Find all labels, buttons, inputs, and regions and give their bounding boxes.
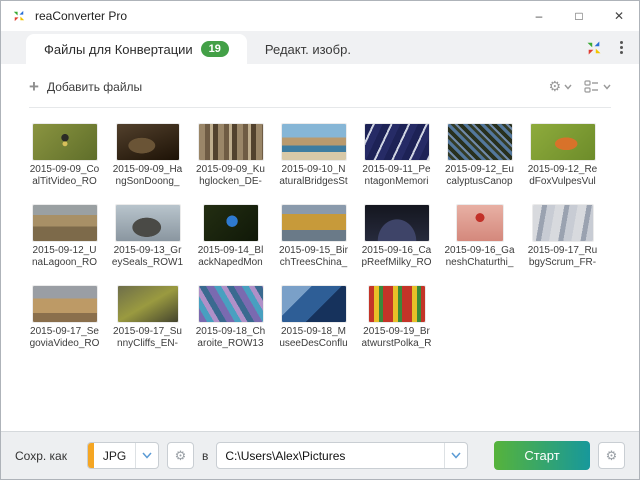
format-value: JPG: [102, 448, 127, 463]
brand-pinwheel-icon: [584, 38, 604, 58]
file-thumbnail: [198, 286, 263, 322]
file-name: 2015-09-09_Co alTitVideo_RO: [29, 164, 100, 187]
file-thumbnail: [117, 286, 178, 322]
grid-settings-dropdown[interactable]: ⚙: [548, 78, 572, 95]
main-content: + Добавить файлы ⚙ 2015-09-09_Co alTitVi…: [1, 64, 639, 431]
file-name: 2015-09-17_Su nnyCliffs_EN-: [113, 326, 182, 349]
file-name: 2015-09-12_U naLagoon_RO: [31, 245, 98, 268]
tab-bar: Файлы для Конвертации 19 Редакт. изобр.: [1, 31, 639, 64]
file-thumbnail: [198, 124, 263, 160]
add-files-label: Добавить файлы: [46, 79, 143, 94]
file-count-badge: 19: [200, 41, 229, 57]
file-name: 2015-09-17_Se goviaVideo_RO: [29, 326, 100, 349]
file-tile[interactable]: 2015-09-09_Co alTitVideo_RO: [23, 124, 106, 188]
file-name: 2015-09-12_Eu calyptusCanop: [445, 164, 514, 187]
file-thumbnail: [530, 124, 595, 160]
file-thumbnail: [364, 124, 429, 160]
destination-path-input[interactable]: [217, 443, 444, 468]
app-logo-icon: [11, 8, 27, 24]
file-tile[interactable]: 2015-09-15_Bir chTreesChina_: [272, 205, 355, 269]
file-thumbnail: [32, 124, 97, 160]
file-tile[interactable]: 2015-09-12_Eu calyptusCanop: [438, 124, 521, 188]
file-grid: 2015-09-09_Co alTitVideo_RO 2015-09-09_Ha n…: [1, 108, 639, 367]
file-thumbnail: [281, 205, 346, 241]
tab-files-for-conversion[interactable]: Файлы для Конвертации 19: [26, 34, 247, 64]
file-tile[interactable]: 2015-09-19_Br atwurstPolka_R: [355, 286, 438, 350]
view-mode-dropdown[interactable]: [584, 80, 611, 93]
file-tile[interactable]: 2015-09-09_Ku hglocken_DE-: [189, 124, 272, 188]
file-name: 2015-09-17_Ru bgyScrum_FR-: [527, 245, 598, 268]
file-thumbnail: [281, 124, 346, 160]
gear-icon: ⚙: [174, 447, 187, 463]
format-chevron-down-icon[interactable]: [136, 452, 158, 459]
window-title: reaConverter Pro: [35, 9, 128, 23]
file-name: 2015-09-15_Bir chTreesChina_: [279, 245, 348, 268]
in-label: в: [201, 448, 209, 463]
file-tile[interactable]: 2015-09-12_Re dFoxVulpesVul: [521, 124, 604, 188]
save-as-label: Сохр. как: [15, 448, 67, 463]
plus-icon: +: [29, 76, 39, 96]
file-name: 2015-09-18_M useeDesConflu: [279, 326, 348, 349]
app-window: reaConverter Pro – □ ✕ Файлы для Конверт…: [0, 0, 640, 480]
title-bar: reaConverter Pro – □ ✕: [1, 1, 639, 31]
file-thumbnail: [447, 124, 512, 160]
file-tile[interactable]: 2015-09-16_Ga neshChaturthi_: [438, 205, 521, 269]
file-tile[interactable]: 2015-09-18_Ch aroite_ROW13: [189, 286, 272, 350]
minimize-button[interactable]: –: [519, 1, 559, 31]
file-name: 2015-09-11_Pe ntagonMemori: [362, 164, 431, 187]
chevron-down-icon: [603, 84, 611, 90]
file-tile[interactable]: 2015-09-16_Ca pReefMilky_RO: [355, 205, 438, 269]
file-thumbnail: [456, 205, 503, 241]
file-name: 2015-09-10_N aturalBridgesSt: [279, 164, 348, 187]
close-button[interactable]: ✕: [599, 1, 639, 31]
file-tile[interactable]: 2015-09-09_Ha ngSonDoong_: [106, 124, 189, 188]
tab-files-label: Файлы для Конвертации: [44, 41, 193, 57]
file-tile[interactable]: 2015-09-12_U naLagoon_RO: [23, 205, 106, 269]
file-tile[interactable]: 2015-09-17_Su nnyCliffs_EN-: [106, 286, 189, 350]
footer-bar: Сохр. как JPG ⚙ в Старт ⚙: [1, 431, 639, 479]
file-name: 2015-09-09_Ha ngSonDoong_: [112, 164, 183, 187]
file-name: 2015-09-16_Ga neshChaturthi_: [444, 245, 515, 268]
file-tile[interactable]: 2015-09-14_Bl ackNapedMon: [189, 205, 272, 269]
file-tile[interactable]: 2015-09-10_N aturalBridgesSt: [272, 124, 355, 188]
file-thumbnail: [115, 205, 180, 241]
file-thumbnail: [368, 286, 425, 322]
file-thumbnail: [203, 205, 258, 241]
file-thumbnail: [364, 205, 429, 241]
destination-path-combo: [216, 442, 468, 469]
toolbar: + Добавить файлы ⚙: [1, 64, 639, 105]
file-tile[interactable]: 2015-09-18_M useeDesConflu: [272, 286, 355, 350]
tab-edit-label: Редакт. изобр.: [264, 41, 351, 57]
file-name: 2015-09-09_Ku hglocken_DE-: [196, 164, 265, 187]
file-name: 2015-09-13_Gr eySeals_ROW1: [111, 245, 184, 268]
tab-edit-images[interactable]: Редакт. изобр.: [247, 34, 369, 64]
file-name: 2015-09-12_Re dFoxVulpesVul: [527, 164, 598, 187]
file-name: 2015-09-16_Ca pReefMilky_RO: [361, 245, 432, 268]
list-view-icon: [584, 80, 598, 93]
menu-kebab-icon[interactable]: [614, 37, 629, 58]
format-dropdown[interactable]: JPG: [86, 442, 159, 469]
add-files-button[interactable]: + Добавить файлы: [29, 76, 143, 96]
gear-icon: ⚙: [548, 78, 561, 94]
file-tile[interactable]: 2015-09-11_Pe ntagonMemori: [355, 124, 438, 188]
file-thumbnail: [281, 286, 346, 322]
file-name: 2015-09-14_Bl ackNapedMon: [197, 245, 264, 268]
start-button[interactable]: Старт: [494, 441, 590, 470]
global-settings-button[interactable]: ⚙: [598, 442, 625, 469]
file-thumbnail: [116, 124, 179, 160]
file-thumbnail: [532, 205, 593, 241]
file-thumbnail: [32, 286, 97, 322]
file-name: 2015-09-18_Ch aroite_ROW13: [195, 326, 266, 349]
path-chevron-down-icon[interactable]: [445, 452, 467, 459]
file-name: 2015-09-19_Br atwurstPolka_R: [361, 326, 432, 349]
maximize-button[interactable]: □: [559, 1, 599, 31]
gear-icon: ⚙: [605, 447, 618, 463]
file-thumbnail: [32, 205, 97, 241]
file-tile[interactable]: 2015-09-13_Gr eySeals_ROW1: [106, 205, 189, 269]
file-tile[interactable]: 2015-09-17_Se goviaVideo_RO: [23, 286, 106, 350]
chevron-down-icon: [564, 84, 572, 90]
file-tile[interactable]: 2015-09-17_Ru bgyScrum_FR-: [521, 205, 604, 269]
format-settings-button[interactable]: ⚙: [166, 442, 194, 469]
